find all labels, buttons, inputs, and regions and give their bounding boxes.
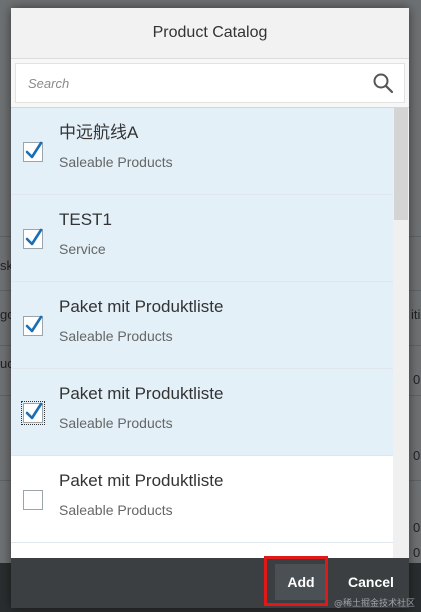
search-box[interactable] (15, 63, 405, 103)
list-item[interactable]: Paket mit Produktliste Saleable Products (11, 282, 393, 369)
check-icon (25, 228, 43, 246)
search-input[interactable] (26, 74, 372, 92)
item-checkbox[interactable] (23, 315, 43, 336)
list-item[interactable]: Paket mit Produktliste Saleable Products (11, 456, 393, 543)
bg-text: iti (411, 307, 421, 322)
item-text: Paket mit Produktliste Saleable Products (59, 296, 223, 344)
list-item[interactable]: Paket mit Produktliste Saleable Products (11, 369, 393, 456)
item-title: Paket mit Produktliste (59, 471, 224, 490)
item-title: Paket mit Produktliste (59, 384, 224, 403)
item-checkbox[interactable] (23, 490, 43, 510)
item-text: TEST1 Service (59, 209, 112, 257)
check-icon (25, 315, 43, 333)
list-item[interactable]: 中远航线A Saleable Products (11, 108, 393, 195)
dialog-header: Product Catalog (11, 8, 409, 59)
item-title: 中远航线A (59, 123, 139, 142)
product-catalog-dialog: Product Catalog 中远航线A Saleable Products TE… (11, 8, 409, 608)
bg-text: 0 (413, 545, 421, 560)
item-checkbox[interactable] (21, 401, 45, 425)
item-text: Paket mit Produktliste Saleable Products (59, 470, 223, 518)
check-icon (25, 141, 43, 159)
search-bar (11, 59, 409, 108)
list-item[interactable]: TEST1 Service (11, 195, 393, 282)
scrollbar-thumb[interactable] (394, 108, 408, 220)
add-button-highlight (264, 556, 328, 606)
watermark: @稀土掘金技术社区 (333, 599, 415, 609)
bg-text: 0 (413, 448, 421, 463)
item-subtitle: Saleable Products (59, 328, 173, 344)
item-checkbox[interactable] (23, 228, 43, 249)
search-icon[interactable] (372, 72, 394, 94)
item-subtitle: Saleable Products (59, 502, 173, 518)
dialog-title: Product Catalog (152, 24, 268, 41)
item-text: 中远航线A Saleable Products (59, 122, 173, 170)
scrollbar[interactable] (393, 108, 409, 560)
bg-text: 0 (413, 520, 421, 535)
item-checkbox[interactable] (23, 141, 43, 162)
product-list[interactable]: 中远航线A Saleable Products TEST1 Service Paket … (11, 108, 409, 560)
item-title: Paket mit Produktliste (59, 297, 224, 316)
item-text: Paket mit Produktliste Saleable Products (59, 383, 223, 431)
bg-text: 0 (413, 372, 421, 387)
item-subtitle: Service (59, 241, 106, 257)
item-title: TEST1 (59, 210, 112, 229)
item-subtitle: Saleable Products (59, 415, 173, 431)
cancel-button[interactable]: Cancel (338, 564, 404, 600)
item-subtitle: Saleable Products (59, 154, 173, 170)
list-items: 中远航线A Saleable Products TEST1 Service Paket … (11, 108, 393, 543)
check-icon (25, 402, 43, 420)
